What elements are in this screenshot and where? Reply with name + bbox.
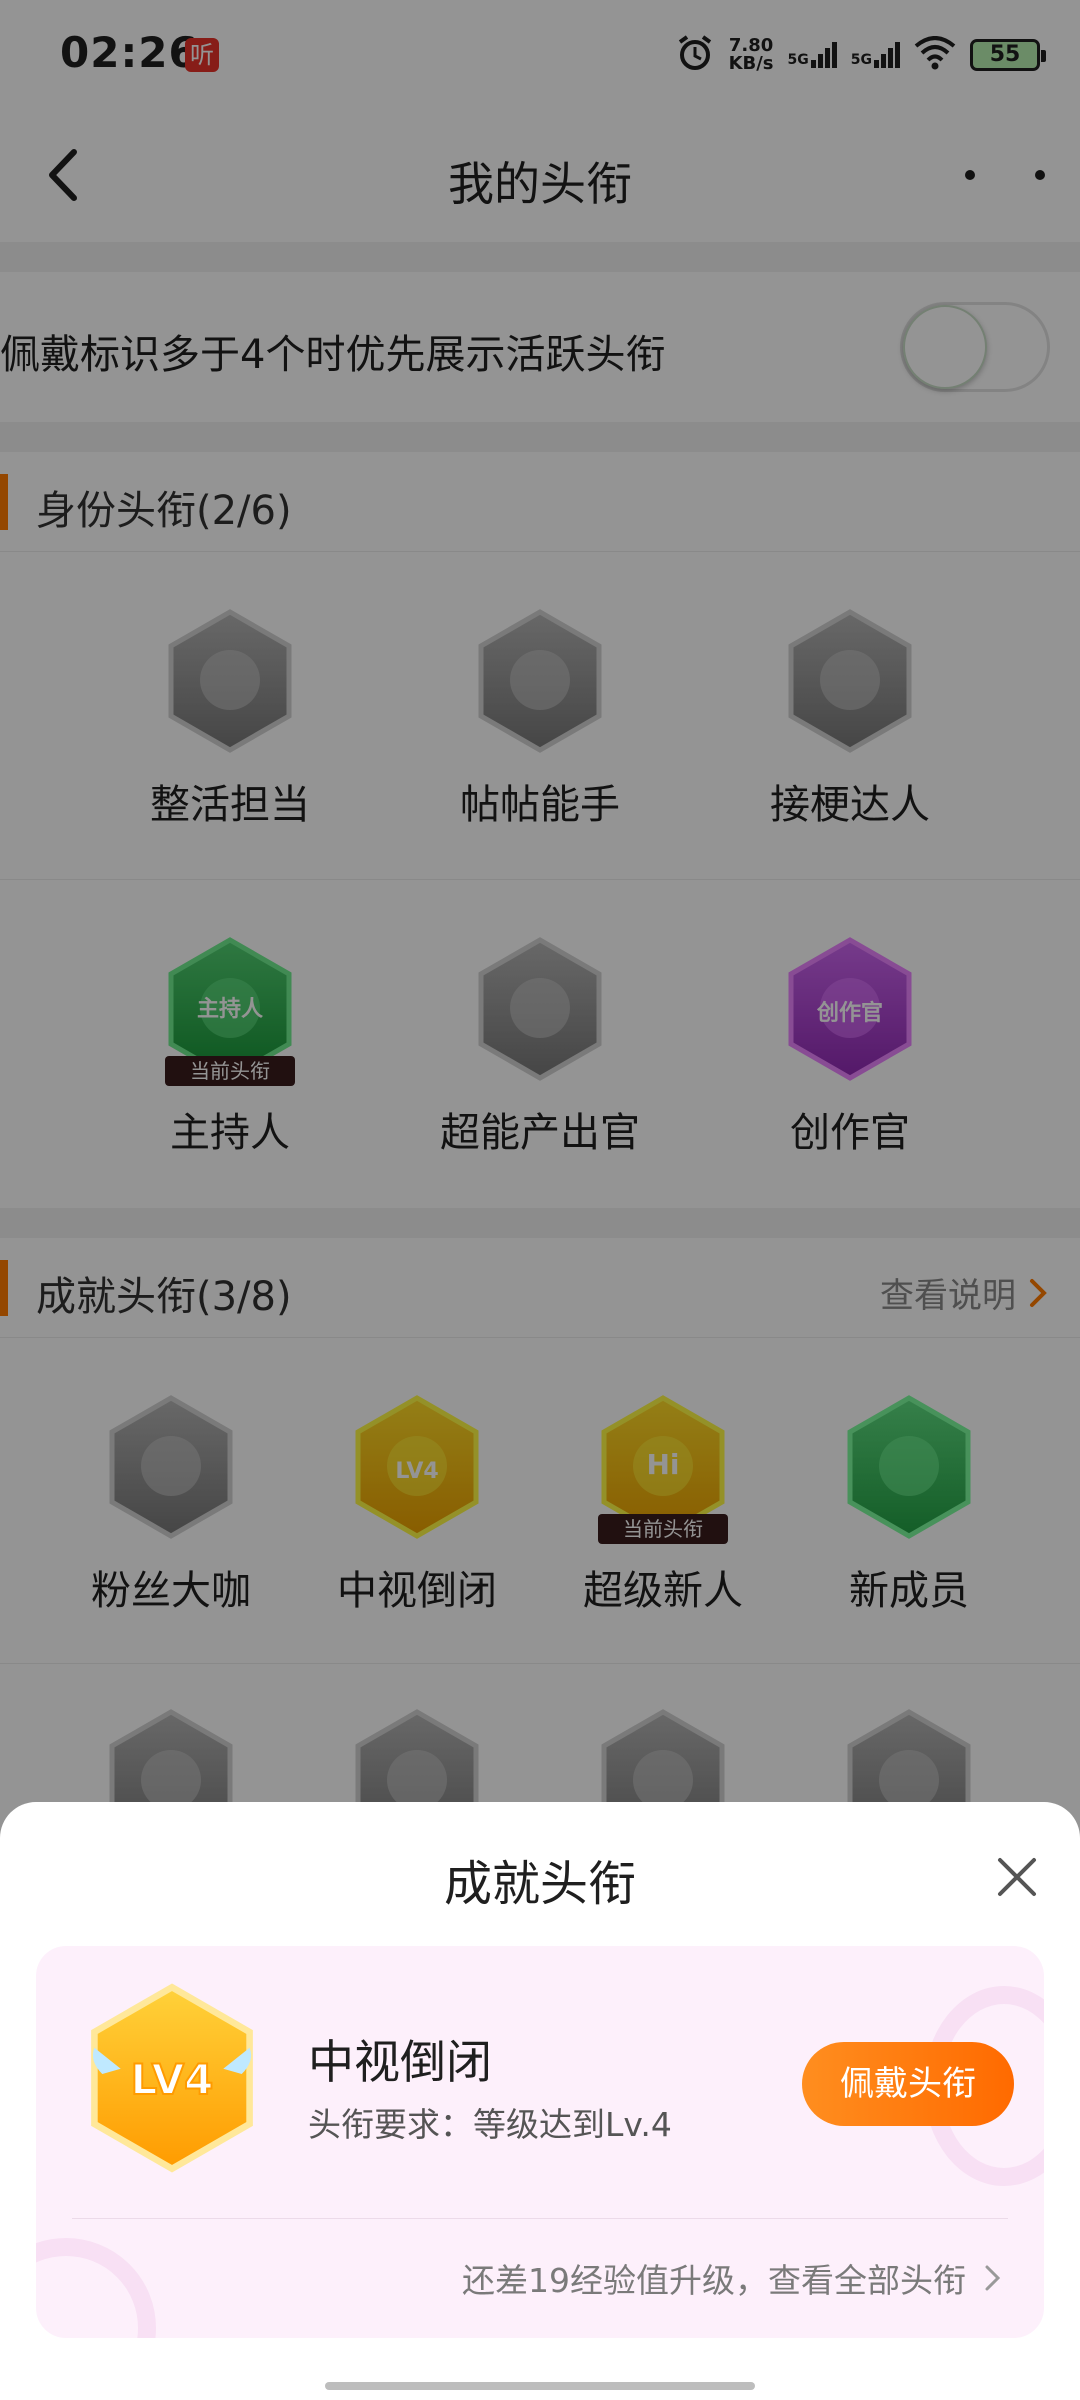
sheet-close-button[interactable] — [990, 1850, 1044, 1904]
sheet-title: 成就头衔 — [443, 1856, 636, 1912]
svg-text:LV4: LV4 — [131, 2055, 214, 2104]
home-indicator[interactable] — [325, 2382, 755, 2390]
lv4-badge-icon: LV4 — [84, 1982, 260, 2174]
title-requirement: 头衔要求：等级达到Lv.4 — [308, 2105, 672, 2144]
bottom-sheet: 成就头衔 LV4 中视倒闭 头衔要求：等级达到Lv.4 佩戴头衔 还差19经验值… — [0, 1802, 1080, 2400]
close-icon — [998, 1858, 1036, 1896]
title-detail-card: LV4 中视倒闭 头衔要求：等级达到Lv.4 佩戴头衔 还差19经验值升级，查看… — [36, 1946, 1044, 2338]
divider — [72, 2218, 1008, 2219]
chevron-right-icon — [985, 2265, 1001, 2291]
wear-title-button[interactable]: 佩戴头衔 — [802, 2042, 1014, 2126]
title-name: 中视倒闭 — [308, 2035, 492, 2089]
view-all-titles-link[interactable]: 还差19经验值升级，查看全部头衔 — [462, 2254, 1004, 2302]
card-decoration — [36, 2238, 156, 2338]
